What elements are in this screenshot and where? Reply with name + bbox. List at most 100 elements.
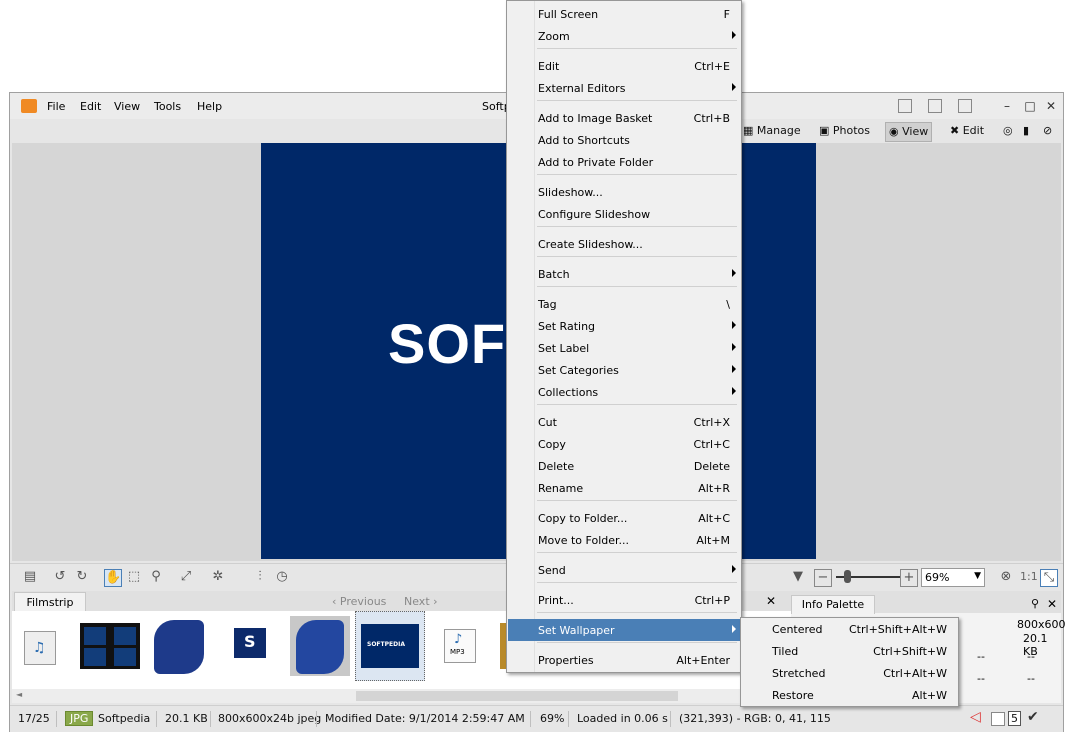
info-dimensions: 800x600 [1017, 618, 1066, 631]
next-button[interactable]: Next › [404, 595, 438, 608]
scroll-left-icon[interactable]: ◄ [16, 690, 22, 699]
mode-photos-button[interactable]: ▣ Photos [816, 122, 873, 140]
menu-item-slideshow[interactable]: Slideshow... [508, 181, 740, 203]
submenu-arrow-icon [732, 83, 736, 91]
rotate-left-icon[interactable]: ↺ [52, 569, 68, 585]
menu-item-label: Move to Folder... [538, 534, 630, 547]
submenu-item-restore[interactable]: Restore Alt+W [742, 684, 957, 706]
menu-item-add-to-shortcuts[interactable]: Add to Shortcuts [508, 129, 740, 151]
zoom-slider-thumb[interactable] [844, 570, 851, 583]
menu-item-copy[interactable]: Copy Ctrl+C [508, 433, 740, 455]
ratio-label[interactable]: 1:1 [1020, 570, 1038, 583]
close-icon[interactable]: ✕ [1044, 99, 1058, 113]
nav-down-icon[interactable]: ▼ [790, 569, 806, 585]
basket-icon[interactable]: ▤ [22, 569, 38, 585]
layout-bottom-icon[interactable] [928, 99, 942, 113]
menu-item-set-rating[interactable]: Set Rating [508, 315, 740, 337]
checkbox[interactable] [991, 712, 1005, 726]
menu-item-batch[interactable]: Batch [508, 263, 740, 285]
thumb-selected[interactable]: SOFTPEDIA [355, 611, 425, 681]
adjust-icon[interactable]: ⫶ [252, 569, 268, 585]
speaker-icon[interactable]: ◁ [970, 709, 981, 725]
menu-item-copy-to-folder[interactable]: Copy to Folder... Alt+C [508, 507, 740, 529]
menu-item-full-screen[interactable]: Full Screen F [508, 3, 740, 25]
menu-item-shortcut: \ [726, 298, 730, 311]
thumb-file-icon[interactable]: ♫ [24, 631, 56, 665]
menu-item-set-categories[interactable]: Set Categories [508, 359, 740, 381]
count-badge[interactable]: 5 [1008, 711, 1021, 726]
menu-item-send[interactable]: Send [508, 559, 740, 581]
thumb-image[interactable] [150, 616, 210, 676]
menu-edit[interactable]: Edit [80, 100, 101, 113]
menu-item-create-slideshow[interactable]: Create Slideshow... [508, 233, 740, 255]
mode-view-button[interactable]: ◉ View [885, 122, 933, 142]
menu-item-set-label[interactable]: Set Label [508, 337, 740, 359]
thumb-selected-text: SOFTPEDIA [367, 641, 405, 648]
zoom-tool-icon[interactable]: ⚲ [148, 569, 164, 585]
zoom-out-button[interactable]: − [814, 569, 832, 587]
info-close-icon[interactable]: ✕ [1047, 597, 1057, 611]
submenu-item-shortcut: Ctrl+Shift+Alt+W [849, 623, 947, 636]
effects-icon[interactable]: ✲ [210, 569, 226, 585]
thumb-mp3[interactable]: ♪ MP3 [444, 629, 476, 663]
clock-icon[interactable]: ◷ [274, 569, 290, 585]
menu-view[interactable]: View [114, 100, 140, 113]
menu-item-cut[interactable]: Cut Ctrl+X [508, 411, 740, 433]
rotate-right-icon[interactable]: ↻ [74, 569, 90, 585]
thumb-image[interactable]: S [234, 628, 266, 658]
menu-item-shortcut: Ctrl+X [693, 416, 730, 429]
hand-tool-icon[interactable]: ✋ [104, 569, 122, 587]
pin-icon[interactable]: ⚲ [1031, 597, 1039, 610]
submenu-item-tiled[interactable]: Tiled Ctrl+Shift+W [742, 640, 957, 662]
info-circle-icon[interactable]: ◎ [1000, 122, 1016, 140]
zoom-in-button[interactable]: + [900, 569, 918, 587]
filmstrip-close-icon[interactable]: ✕ [766, 594, 776, 608]
menu-help[interactable]: Help [197, 100, 222, 113]
filmstrip-tab[interactable]: Filmstrip [14, 592, 86, 612]
menu-item-add-to-image-basket[interactable]: Add to Image Basket Ctrl+B [508, 107, 740, 129]
histogram-icon[interactable]: ▮ [1020, 122, 1032, 140]
menu-item-add-to-private-folder[interactable]: Add to Private Folder [508, 151, 740, 173]
mode-manage-button[interactable]: ▦ Manage [740, 122, 804, 140]
menu-item-properties[interactable]: Properties Alt+Enter [508, 649, 740, 671]
submenu-item-centered[interactable]: Centered Ctrl+Shift+Alt+W [742, 618, 957, 640]
menu-separator [537, 174, 737, 175]
mode-edit-button[interactable]: ✖ Edit [947, 122, 987, 140]
fullscreen-icon[interactable]: ⤡ [1040, 569, 1058, 587]
menu-item-zoom[interactable]: Zoom [508, 25, 740, 47]
menu-item-external-editors[interactable]: External Editors [508, 77, 740, 99]
menu-item-rename[interactable]: Rename Alt+R [508, 477, 740, 499]
menu-item-label: Send [538, 564, 566, 577]
scrollbar-thumb[interactable] [356, 691, 678, 701]
submenu-item-shortcut: Ctrl+Alt+W [883, 667, 947, 680]
select-tool-icon[interactable]: ⬚ [126, 569, 142, 585]
menu-file[interactable]: File [47, 100, 65, 113]
maximize-icon[interactable]: □ [1023, 99, 1037, 113]
checkmark-icon[interactable]: ✔ [1027, 709, 1039, 725]
status-zoom: 69% [540, 712, 565, 725]
previous-button[interactable]: ‹ Previous [332, 595, 386, 608]
zoom-fit-icon[interactable]: ⊗ [998, 569, 1014, 585]
menu-item-label: Cut [538, 416, 557, 429]
menu-item-print[interactable]: Print... Ctrl+P [508, 589, 740, 611]
minimize-icon[interactable]: – [1000, 99, 1014, 113]
menu-item-move-to-folder[interactable]: Move to Folder... Alt+M [508, 529, 740, 551]
menu-item-delete[interactable]: Delete Delete [508, 455, 740, 477]
privacy-icon[interactable]: ⊘ [1040, 122, 1055, 140]
menu-item-tag[interactable]: Tag \ [508, 293, 740, 315]
thumb-image[interactable] [290, 616, 350, 676]
menu-tools[interactable]: Tools [154, 100, 181, 113]
submenu-item-stretched[interactable]: Stretched Ctrl+Alt+W [742, 662, 957, 684]
info-palette-tab[interactable]: Info Palette [791, 595, 875, 614]
layout-left-icon[interactable] [898, 99, 912, 113]
menu-item-collections[interactable]: Collections [508, 381, 740, 403]
thumb-image[interactable] [80, 623, 140, 669]
menu-item-set-wallpaper[interactable]: Set Wallpaper [508, 619, 740, 641]
menu-item-edit[interactable]: Edit Ctrl+E [508, 55, 740, 77]
fit-icon[interactable]: ⤢ [178, 569, 194, 585]
zoom-select[interactable]: 69% ▼ [921, 568, 985, 587]
menu-item-label: Add to Private Folder [538, 156, 654, 169]
menu-item-configure-slideshow[interactable]: Configure Slideshow [508, 203, 740, 225]
layout-right-icon[interactable] [958, 99, 972, 113]
menu-item-label: Collections [538, 386, 599, 399]
